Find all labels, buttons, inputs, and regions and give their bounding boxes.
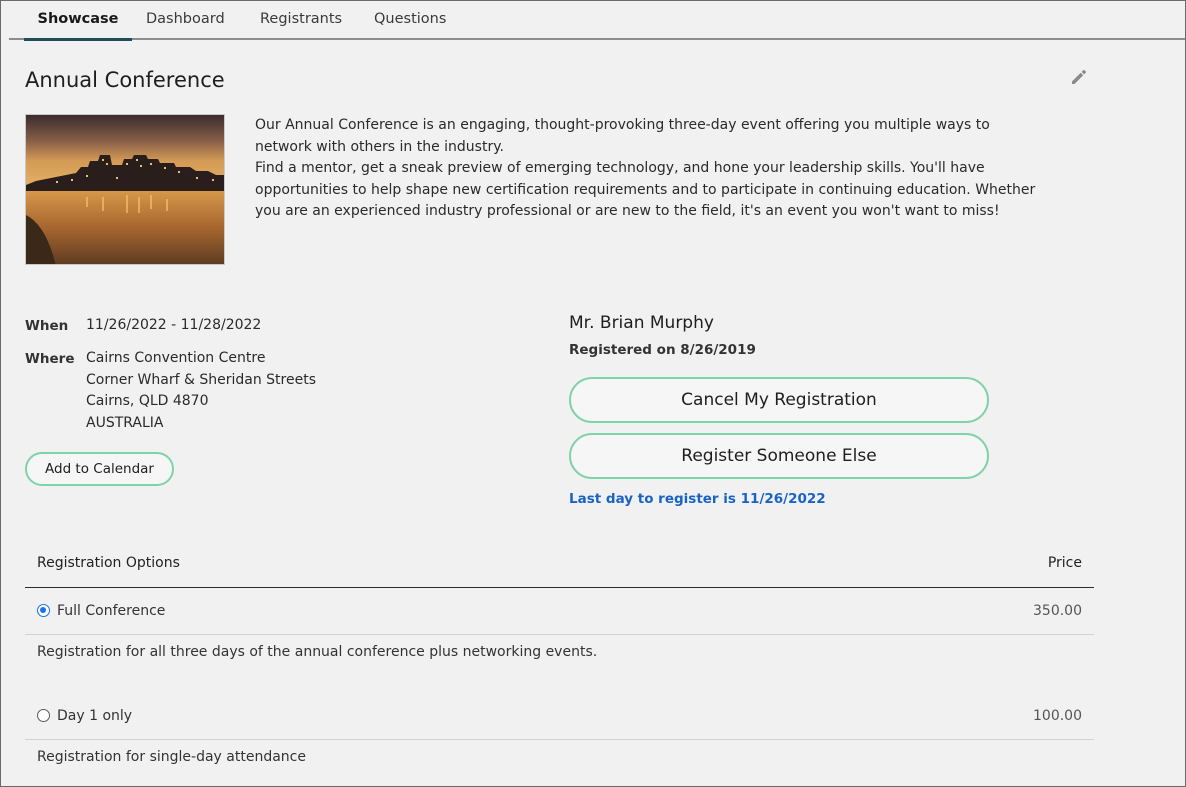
radio-day-1-only[interactable] (37, 709, 50, 722)
register-someone-else-button[interactable]: Register Someone Else (569, 433, 989, 479)
registration-options-table: Registration Options Price Full Conferen… (25, 541, 1094, 786)
tab-dashboard[interactable]: Dashboard (146, 1, 225, 38)
address-line: Cairns Convention Centre (86, 350, 266, 366)
cancel-registration-button[interactable]: Cancel My Registration (569, 377, 989, 423)
pencil-icon[interactable] (1070, 68, 1088, 86)
tab-showcase[interactable]: Showcase (24, 1, 132, 41)
option-description: Registration for single-day attendance (25, 740, 1094, 786)
price-header-label: Price (1047, 555, 1082, 571)
tab-questions[interactable]: Questions (374, 1, 446, 38)
registered-on-date: Registered on 8/26/2019 (569, 342, 756, 358)
option-description-text: Registration for all three days of the a… (37, 644, 598, 660)
description-line: network with others in the industry. (255, 138, 504, 155)
address-line: AUSTRALIA (86, 414, 164, 431)
option-row-day-1[interactable]: Day 1 only 100.00 (25, 693, 1094, 740)
options-header-label: Registration Options (37, 555, 180, 571)
description-line: opportunities to help shape new certific… (255, 181, 1036, 198)
option-row-full-conference[interactable]: Full Conference 350.00 (25, 588, 1094, 635)
option-price: 100.00 (1033, 708, 1082, 724)
last-day-notice: Last day to register is 11/26/2022 (569, 491, 826, 507)
harbor-sunset-image (26, 115, 224, 264)
page-title: Annual Conference (25, 68, 225, 92)
option-description-text: Registration for single-day attendance (37, 749, 306, 765)
tab-bar: Showcase Dashboard Registrants Questions (9, 1, 1185, 41)
tab-registrants[interactable]: Registrants (260, 1, 342, 38)
description-line: Find a mentor, get a sneak preview of em… (255, 160, 985, 176)
address-line: Corner Wharf & Sheridan Streets (86, 371, 316, 388)
where-label: Where (25, 351, 75, 367)
when-value: 11/26/2022 - 11/28/2022 (86, 317, 262, 333)
registrant-name: Mr. Brian Murphy (569, 313, 714, 333)
event-photo (25, 114, 225, 265)
event-description: Our Annual Conference is an engaging, th… (255, 115, 1095, 223)
when-label: When (25, 318, 69, 334)
option-description: Registration for all three days of the a… (25, 635, 1094, 693)
description-line: Our Annual Conference is an engaging, th… (255, 117, 990, 133)
radio-full-conference[interactable] (37, 604, 50, 617)
showcase-page: Showcase Dashboard Registrants Questions… (0, 0, 1186, 787)
options-header: Registration Options Price (25, 541, 1094, 588)
option-price: 350.00 (1033, 603, 1082, 619)
option-name: Full Conference (57, 603, 166, 619)
address-line: Cairns, QLD 4870 (86, 393, 209, 409)
where-address: Cairns Convention Centre Corner Wharf & … (86, 348, 316, 434)
description-line: you are an experienced industry professi… (255, 203, 1000, 219)
add-to-calendar-button[interactable]: Add to Calendar (25, 452, 174, 486)
option-name: Day 1 only (57, 708, 133, 724)
